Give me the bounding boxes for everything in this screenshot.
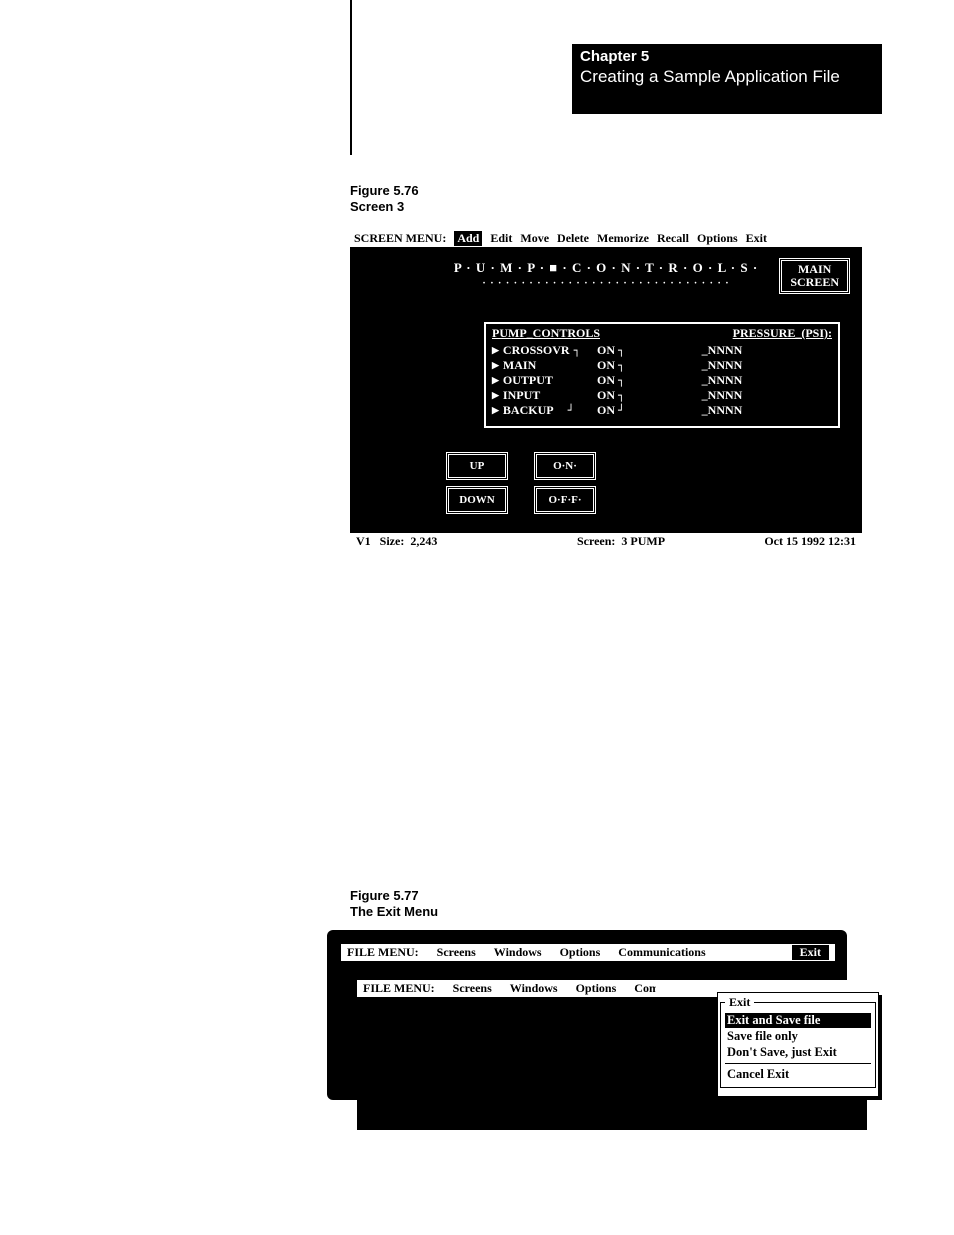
pump-controls-panel: PUMP_CONTROLS PRESSURE_(PSI): ▶CROSSOVR┐…	[484, 322, 840, 428]
menu-item-windows[interactable]: Windows	[510, 981, 558, 996]
exit-option-save-only[interactable]: Save file only	[725, 1029, 871, 1044]
exit-option-cancel[interactable]: Cancel Exit	[725, 1067, 871, 1082]
triangle-icon: ▶	[492, 360, 499, 371]
on-button[interactable]: O·N·	[534, 452, 596, 480]
chapter-title: Creating a Sample Application File	[580, 67, 874, 87]
menu-item-add[interactable]: Add	[454, 231, 482, 246]
triangle-icon: ▶	[492, 375, 499, 386]
file-menu-label: FILE MENU:	[363, 981, 435, 996]
menu-item-communications-truncated[interactable]: Communications	[634, 981, 656, 996]
menu-item-windows[interactable]: Windows	[494, 945, 542, 960]
pump-row: ▶MAIN ON ┐ _NNNN	[492, 358, 832, 373]
figure-5-76-label: Figure 5.76 Screen 3	[350, 183, 419, 216]
pump-row: ▶CROSSOVR┐ ON ┐ _NNNN	[492, 343, 832, 358]
up-button[interactable]: UP	[446, 452, 508, 480]
exit-option-dont-save[interactable]: Don't Save, just Exit	[725, 1045, 871, 1060]
menu-item-exit[interactable]: Exit	[792, 945, 829, 960]
nav-button-group: UP DOWN O·N· O·F·F·	[446, 452, 596, 514]
exit-option-save-exit[interactable]: Exit and Save file	[725, 1013, 871, 1028]
pump-row: ▶BACKUP ┘ ON ┘ _NNNN	[492, 403, 832, 418]
triangle-icon: ▶	[492, 405, 499, 416]
exit-popup: Exit Exit and Save file Save file only D…	[717, 992, 879, 1097]
off-button[interactable]: O·F·F·	[534, 486, 596, 514]
screenshot-exit-menu: FILE MENU: Screens Windows Options Commu…	[327, 930, 873, 1105]
panel-header-left: PUMP_CONTROLS	[492, 326, 600, 341]
pump-title: P · U · M · P · ■ · C · O · N · T · R · …	[350, 260, 862, 289]
menu-item-screens[interactable]: Screens	[437, 945, 476, 960]
screen-menu-bar: SCREEN MENU: Add Edit Move Delete Memori…	[350, 230, 862, 247]
menu-item-delete[interactable]: Delete	[557, 231, 589, 246]
chapter-number: Chapter 5	[580, 48, 874, 65]
menu-item-options[interactable]: Options	[560, 945, 601, 960]
pump-row: ▶INPUT ON ┐ _NNNN	[492, 388, 832, 403]
menu-item-communications[interactable]: Communications	[618, 945, 705, 960]
chapter-header: Chapter 5 Creating a Sample Application …	[572, 44, 882, 114]
file-menu-label: FILE MENU:	[347, 945, 419, 960]
figure-5-77-label: Figure 5.77 The Exit Menu	[350, 888, 438, 921]
menu-item-memorize[interactable]: Memorize	[597, 231, 649, 246]
menu-item-exit[interactable]: Exit	[746, 231, 767, 246]
exit-popup-title: Exit	[725, 995, 754, 1010]
screen-menu-label: SCREEN MENU:	[354, 231, 446, 246]
status-bar: V1 Size: 2,243 Screen: 3 PUMP Oct 15 199…	[350, 533, 862, 550]
header-divider	[350, 0, 352, 155]
menu-item-edit[interactable]: Edit	[490, 231, 512, 246]
menu-item-options[interactable]: Options	[576, 981, 617, 996]
menu-item-move[interactable]: Move	[520, 231, 549, 246]
triangle-icon: ▶	[492, 345, 499, 356]
screenshot-pump-controls: SCREEN MENU: Add Edit Move Delete Memori…	[350, 230, 862, 550]
triangle-icon: ▶	[492, 390, 499, 401]
menu-item-options[interactable]: Options	[697, 231, 738, 246]
menu-item-screens[interactable]: Screens	[453, 981, 492, 996]
menu-item-recall[interactable]: Recall	[657, 231, 689, 246]
panel-header-right: PRESSURE_(PSI):	[733, 326, 832, 341]
down-button[interactable]: DOWN	[446, 486, 508, 514]
file-menu-bar: FILE MENU: Screens Windows Options Commu…	[341, 944, 835, 961]
pump-row: ▶OUTPUT ON ┐ _NNNN	[492, 373, 832, 388]
